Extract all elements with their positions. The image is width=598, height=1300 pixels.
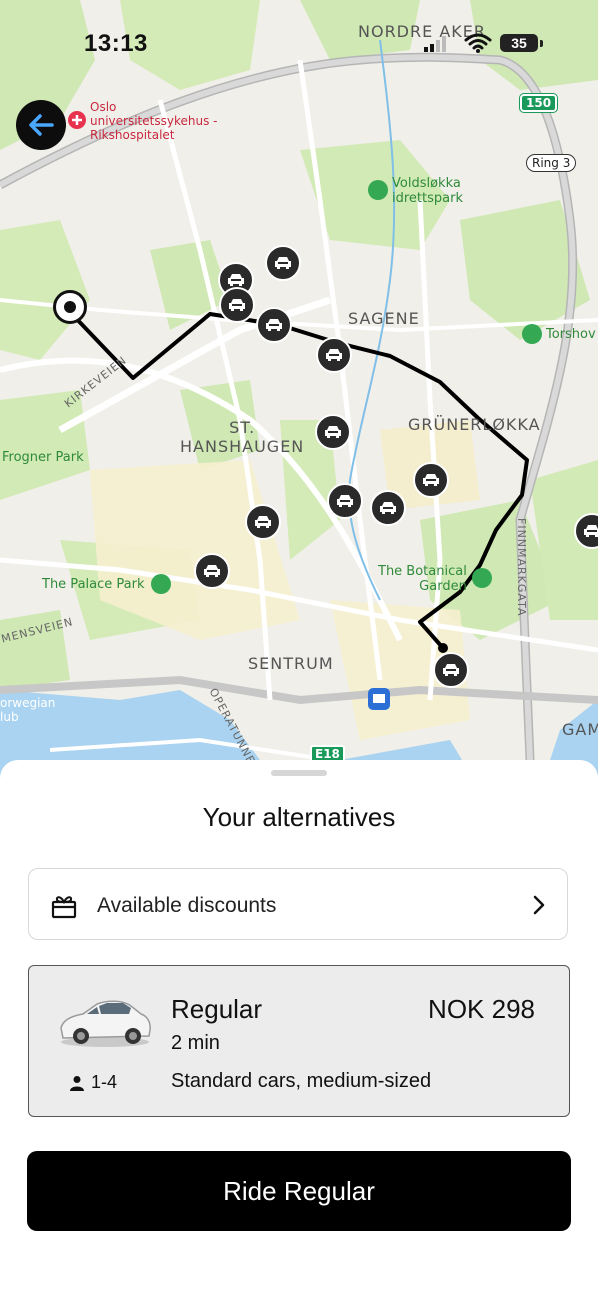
map-label-torshov: Torshov xyxy=(546,327,596,342)
available-discounts-label: Available discounts xyxy=(97,894,277,917)
battery-tip xyxy=(540,40,543,47)
ride-option-description: Standard cars, medium-sized xyxy=(171,1070,432,1092)
gift-icon xyxy=(51,896,77,919)
passenger-capacity-label: 1-4 xyxy=(91,1072,118,1092)
map-label-st-hanshaugen: ST. HANSHAUGEN xyxy=(180,418,305,456)
route-150-shield: 150 xyxy=(518,93,559,113)
map-label-sagene: SAGENE xyxy=(348,309,420,328)
taxi-marker-icon[interactable] xyxy=(194,553,230,589)
taxi-marker-icon[interactable] xyxy=(413,462,449,498)
car-image xyxy=(60,1000,151,1047)
taxi-marker-icon[interactable] xyxy=(327,483,363,519)
ride-option-name: Regular xyxy=(171,994,263,1024)
map-label-gam: GAM xyxy=(562,720,598,739)
cellular-signal-icon xyxy=(424,36,446,52)
battery-icon: 35 xyxy=(500,34,538,52)
map-label-sentrum: SENTRUM xyxy=(248,654,334,673)
map-label-finnmarkgata: FINNMARKGATA xyxy=(515,518,528,617)
ring3-shield: Ring 3 xyxy=(526,154,577,172)
wifi-icon xyxy=(464,33,492,53)
sheet-grabber[interactable] xyxy=(271,770,327,776)
taxi-marker-icon[interactable] xyxy=(433,652,469,688)
taxi-marker-icon[interactable] xyxy=(316,337,352,373)
taxi-marker-icon[interactable] xyxy=(245,504,281,540)
status-bar: 13:13 35 xyxy=(0,0,598,80)
taxi-marker-icon[interactable] xyxy=(219,287,255,323)
map-label-botanical-garden: The Botanical Garden xyxy=(378,564,467,594)
map-label-voldslokka: Voldsløkka idrettspark xyxy=(392,176,463,206)
map-label-frogner-park: Frogner Park xyxy=(2,450,84,465)
back-arrow-icon xyxy=(29,114,54,136)
map-label-grunerlokka: GRÜNERLØKKA xyxy=(408,415,541,434)
alternatives-sheet: Your alternatives Available discounts Re… xyxy=(0,760,598,1300)
origin-pin xyxy=(53,290,87,324)
back-button[interactable] xyxy=(16,100,66,150)
ride-option-regular[interactable]: Regular NOK 298 2 min 1-4 Standard cars,… xyxy=(28,965,570,1117)
ride-option-price: NOK 298 xyxy=(428,994,535,1024)
taxi-marker-icon[interactable] xyxy=(315,414,351,450)
map-label-norwegian-club: orwegian lub xyxy=(0,696,56,724)
ride-option-eta: 2 min xyxy=(171,1032,220,1054)
map-label-hospital: Oslo universitetssykehus - Rikshospitale… xyxy=(90,100,218,142)
taxi-marker-icon[interactable] xyxy=(370,490,406,526)
ride-regular-button[interactable]: Ride Regular xyxy=(27,1151,571,1231)
passenger-capacity: 1-4 xyxy=(69,1072,117,1093)
person-icon xyxy=(70,1075,84,1091)
map-label-palace-park: The Palace Park xyxy=(42,577,145,592)
sheet-title: Your alternatives xyxy=(202,802,396,832)
map-view[interactable]: NORDRE AKER Oslo universitetssykehus - R… xyxy=(0,0,598,790)
status-time: 13:13 xyxy=(84,30,148,57)
taxi-marker-icon[interactable] xyxy=(265,245,301,281)
available-discounts-button[interactable]: Available discounts xyxy=(28,868,568,940)
chevron-right-icon xyxy=(533,895,545,915)
taxi-marker-icon[interactable] xyxy=(256,307,292,343)
